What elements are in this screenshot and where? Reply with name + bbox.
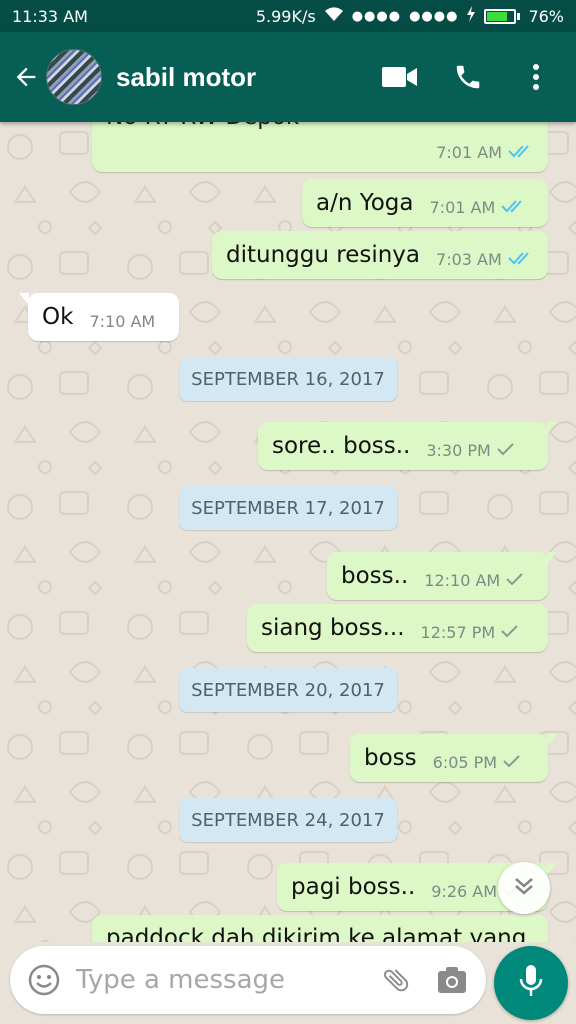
attach-icon[interactable] [376, 960, 416, 1000]
message-text: paddock dah dikirim ke alamat yang [106, 925, 527, 942]
mic-icon [518, 964, 544, 1003]
message-text: Ok [42, 304, 74, 330]
message-text: sore.. boss.. [272, 433, 411, 459]
sent-check-icon [501, 623, 519, 642]
message-bubble-outgoing[interactable]: sore.. boss.. 3:30 PM [258, 422, 557, 470]
sent-check-icon [506, 571, 524, 590]
back-arrow-icon[interactable] [10, 57, 42, 97]
message-input[interactable] [76, 965, 360, 995]
wifi-icon [324, 6, 344, 26]
status-bar: 11:33 AM 5.99K/s ●●●● ●●●● 76% [0, 0, 576, 32]
message-text: boss [364, 745, 417, 771]
message-composer [10, 946, 486, 1014]
message-text: ditunggu resinya [226, 242, 421, 268]
status-time: 11:33 AM [12, 6, 88, 26]
message-bubble-outgoing[interactable]: boss.. 12:10 AM [327, 552, 557, 600]
message-text: boss.. [341, 563, 409, 589]
contact-name[interactable]: sabil motor [116, 62, 356, 93]
chat-header: sabil motor [0, 32, 576, 122]
sent-check-icon [503, 753, 521, 772]
message-text: No RT RW Depok [106, 122, 299, 130]
message-bubble-outgoing[interactable]: boss 6:05 PM [350, 734, 557, 782]
message-time: 7:01 AM [429, 198, 496, 217]
date-separator: SEPTEMBER 16, 2017 [179, 357, 397, 401]
message-bubble-outgoing[interactable]: siang boss... 12:57 PM [247, 604, 548, 652]
read-receipt-icon [501, 198, 527, 217]
battery-percent: 76% [528, 6, 564, 26]
message-text: a/n Yoga [316, 190, 414, 216]
video-call-icon[interactable] [376, 53, 424, 101]
read-receipt-icon [508, 143, 534, 162]
message-time: 7:01 AM [436, 143, 502, 162]
more-options-icon[interactable] [512, 53, 560, 101]
message-bubble-incoming[interactable]: Ok 7:10 AM [19, 293, 179, 341]
message-time: 12:57 PM [420, 623, 496, 642]
message-bubble-outgoing[interactable]: paddock dah dikirim ke alamat yang [92, 915, 548, 942]
signal-icon: ●●●● [351, 8, 402, 24]
message-time: 12:10 AM [424, 571, 501, 590]
voice-record-button[interactable] [494, 946, 568, 1020]
message-text: siang boss... [261, 615, 405, 641]
message-bubble-outgoing[interactable]: ditunggu resinya 7:03 AM [212, 231, 548, 279]
message-bubble-outgoing[interactable]: a/n Yoga 7:01 AM [302, 179, 548, 227]
scroll-to-bottom-button[interactable] [498, 862, 550, 914]
message-time: 9:26 AM [431, 882, 498, 901]
camera-icon[interactable] [432, 960, 472, 1000]
signal-icon: ●●●● [409, 8, 459, 24]
message-time: 3:30 PM [426, 441, 491, 460]
voice-call-icon[interactable] [444, 53, 492, 101]
message-bubble-outgoing[interactable]: No RT RW Depok 7:01 AM [92, 122, 548, 172]
sent-check-icon [497, 441, 515, 460]
message-time: 6:05 PM [432, 753, 498, 772]
emoji-icon[interactable] [24, 960, 64, 1000]
read-receipt-icon [508, 250, 534, 269]
chat-area[interactable]: No RT RW Depok 7:01 AM a/n Yoga 7:01 AM … [0, 122, 576, 942]
network-speed: 5.99K/s [255, 6, 316, 26]
message-time: 7:10 AM [89, 312, 156, 331]
message-time: 7:03 AM [436, 250, 502, 269]
date-separator: SEPTEMBER 17, 2017 [179, 486, 397, 530]
battery-icon [484, 8, 521, 24]
charging-icon [466, 6, 476, 26]
avatar[interactable] [46, 49, 102, 105]
date-separator: SEPTEMBER 20, 2017 [179, 668, 397, 712]
message-text: pagi boss.. [291, 874, 416, 900]
double-chevron-down-icon [513, 876, 535, 901]
date-separator: SEPTEMBER 24, 2017 [179, 798, 397, 842]
